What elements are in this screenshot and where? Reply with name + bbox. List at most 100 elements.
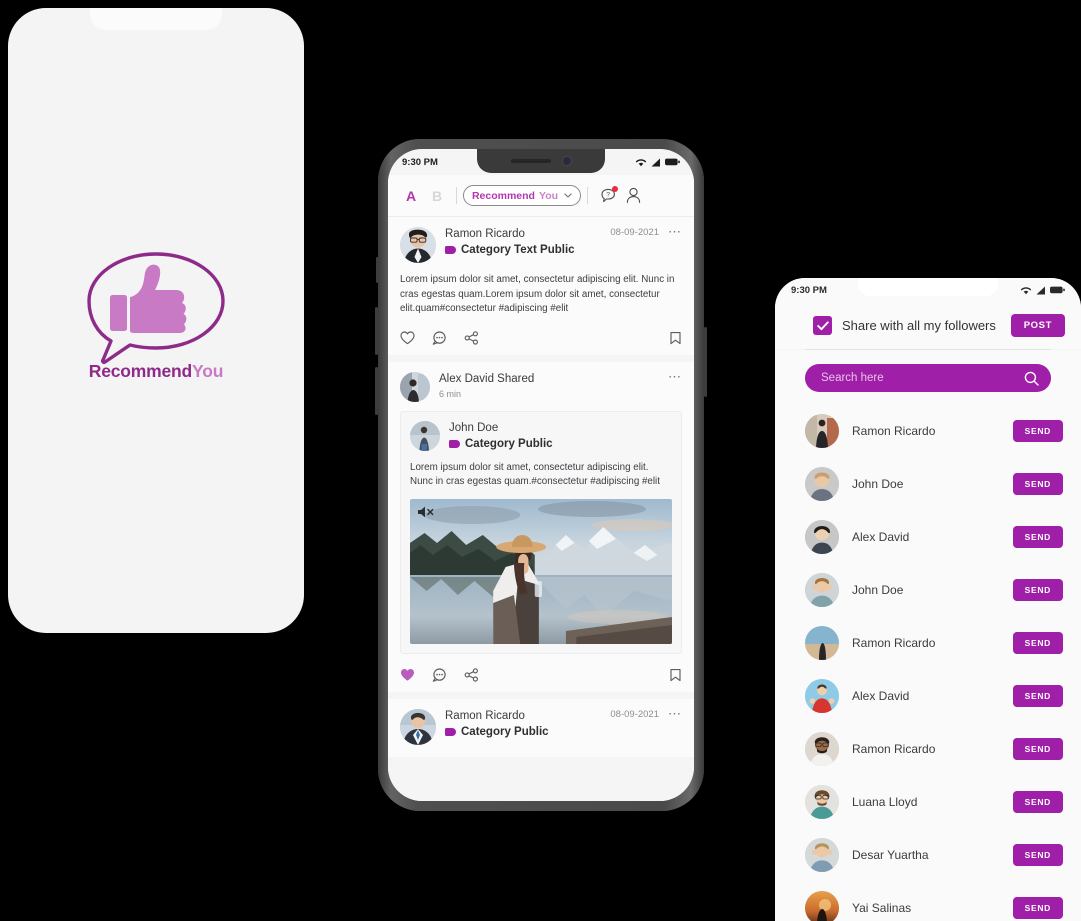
shared-post-card[interactable]: John Doe Category Public Lorem ipsum dol… [400,410,682,654]
earpiece-speaker [511,159,551,163]
svg-text:?: ? [606,192,610,199]
follower-name: Desar Yuartha [852,847,929,862]
search-input[interactable] [821,372,1016,384]
comment-icon[interactable] [432,330,447,345]
follower-name: Ramon Ricardo [852,635,936,650]
share-icon[interactable] [464,667,479,682]
post-author-block: Ramon Ricardo Category Text Public [445,227,601,256]
send-button[interactable]: SEND [1012,790,1063,813]
heart-icon[interactable] [400,668,415,682]
share-all-checkbox[interactable] [813,316,832,335]
header-divider [456,187,457,204]
front-camera [563,157,571,165]
avatar[interactable] [805,784,839,819]
ellipsis-icon[interactable]: ⋯ [668,707,682,720]
avatar[interactable] [400,227,436,263]
wifi-icon [1020,286,1032,294]
search-bar[interactable] [805,364,1051,392]
avatar[interactable] [805,625,839,660]
volume-down-button[interactable] [375,367,378,415]
middle-phone-screen: 9:30 PM A B Recommend You ? Ramon Ricard… [388,149,694,801]
post-author-name: Ramon Ricardo [445,709,525,722]
follower-name: John Doe [852,582,904,597]
post-date: 08-09-2021 [610,708,659,720]
follower-name: Ramon Ricardo [852,423,936,438]
tab-b[interactable]: B [424,188,450,204]
post-category-row: Category Text Public [445,244,601,256]
notification-badge [612,186,618,192]
post-feed[interactable]: Ramon Ricardo Category Text Public 08-09… [388,217,694,801]
mute-switch-button[interactable] [376,257,379,283]
brand-selector-pill[interactable]: Recommend You [463,185,581,206]
post-card: Ramon Ricardo Category Text Public 08-09… [388,217,694,355]
shared-category-label: Category Public [465,437,553,450]
send-button[interactable]: SEND [1012,472,1063,495]
comment-icon[interactable] [432,667,447,682]
speaker-muted-icon[interactable] [417,505,435,519]
category-chip-icon [445,727,456,736]
feed-gap [388,354,694,362]
send-button[interactable]: SEND [1012,578,1063,601]
list-item[interactable]: Desar Yuartha SEND [805,828,1063,881]
heart-icon[interactable] [400,330,415,345]
send-button[interactable]: SEND [1012,737,1063,760]
ellipsis-icon[interactable]: ⋯ [668,225,682,238]
list-item[interactable]: John Doe SEND [805,457,1063,510]
left-phone-splash: RecommendYou [8,8,304,633]
send-button[interactable]: SEND [1012,419,1063,442]
post-author-block: Alex David Shared 6 min [439,372,659,399]
category-chip-icon [449,439,460,448]
avatar[interactable] [400,371,430,402]
follower-name: Ramon Ricardo [852,741,936,756]
header-divider-2 [587,187,588,204]
list-item[interactable]: Luana Lloyd SEND [805,775,1063,828]
middle-phone-device: 9:30 PM A B Recommend You ? Ramon Ricard… [375,139,707,811]
follower-name: John Doe [852,476,904,491]
person-icon[interactable] [626,187,641,204]
avatar[interactable] [805,890,839,921]
list-item[interactable]: John Doe SEND [805,563,1063,616]
post-button[interactable]: POST [1010,314,1065,337]
avatar[interactable] [805,572,839,607]
speech-bubble-thumbs-up-logo [81,249,231,367]
search-icon[interactable] [1024,371,1039,386]
list-item[interactable]: Yai Salinas SEND [805,881,1063,921]
send-button[interactable]: SEND [1012,684,1063,707]
avatar[interactable] [805,413,839,448]
avatar[interactable] [805,837,839,872]
ellipsis-icon[interactable]: ⋯ [668,370,682,383]
avatar[interactable] [400,708,436,745]
avatar[interactable] [805,466,839,501]
brand-name-primary: Recommend [471,189,535,202]
send-button[interactable]: SEND [1012,896,1063,919]
avatar[interactable] [805,519,839,554]
signal-bars-icon [1036,286,1045,294]
list-item[interactable]: Alex David SEND [805,510,1063,563]
follower-list[interactable]: Ramon Ricardo SEND John Doe SEND Alex Da… [775,404,1081,921]
status-time: 9:30 PM [791,284,827,296]
share-icon[interactable] [464,330,479,345]
signal-bars-icon [651,158,660,166]
tab-a[interactable]: A [398,188,424,204]
list-item[interactable]: Alex David SEND [805,669,1063,722]
bookmark-icon[interactable] [669,331,682,345]
header-actions: ? [600,186,641,204]
share-all-label: Share with all my followers [842,318,996,333]
shared-post-photo[interactable] [410,498,672,644]
power-button[interactable] [704,327,707,397]
send-button[interactable]: SEND [1012,843,1063,866]
send-button[interactable]: SEND [1012,631,1063,654]
post-category-label: Category Text Public [461,244,575,256]
avatar[interactable] [410,420,440,451]
list-item[interactable]: Ramon Ricardo SEND [805,722,1063,775]
help-bubble-icon[interactable]: ? [600,186,618,204]
bookmark-icon[interactable] [669,668,682,682]
list-item[interactable]: Ramon Ricardo SEND [805,616,1063,669]
post-header: Ramon Ricardo Category Text Public 08-09… [400,225,682,263]
send-button[interactable]: SEND [1012,525,1063,548]
list-item[interactable]: Ramon Ricardo SEND [805,404,1063,457]
volume-up-button[interactable] [375,307,378,355]
post-action-bar [400,658,682,692]
avatar[interactable] [805,731,839,766]
avatar[interactable] [805,678,839,713]
